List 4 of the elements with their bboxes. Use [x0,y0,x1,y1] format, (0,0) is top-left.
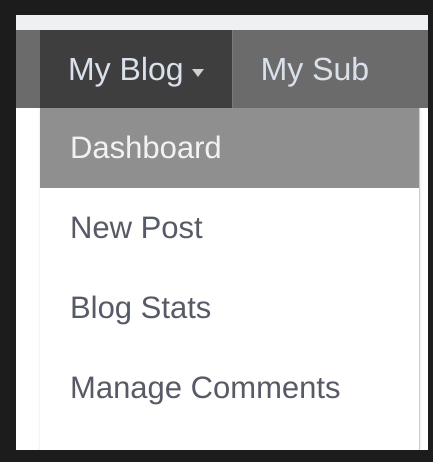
nav-tab[interactable]: My Blog [40,30,232,108]
menu-item[interactable]: New Post [40,188,419,268]
menu-item[interactable]: Blog Stats [40,268,419,348]
menu-item[interactable]: Manage Comments [40,348,419,428]
